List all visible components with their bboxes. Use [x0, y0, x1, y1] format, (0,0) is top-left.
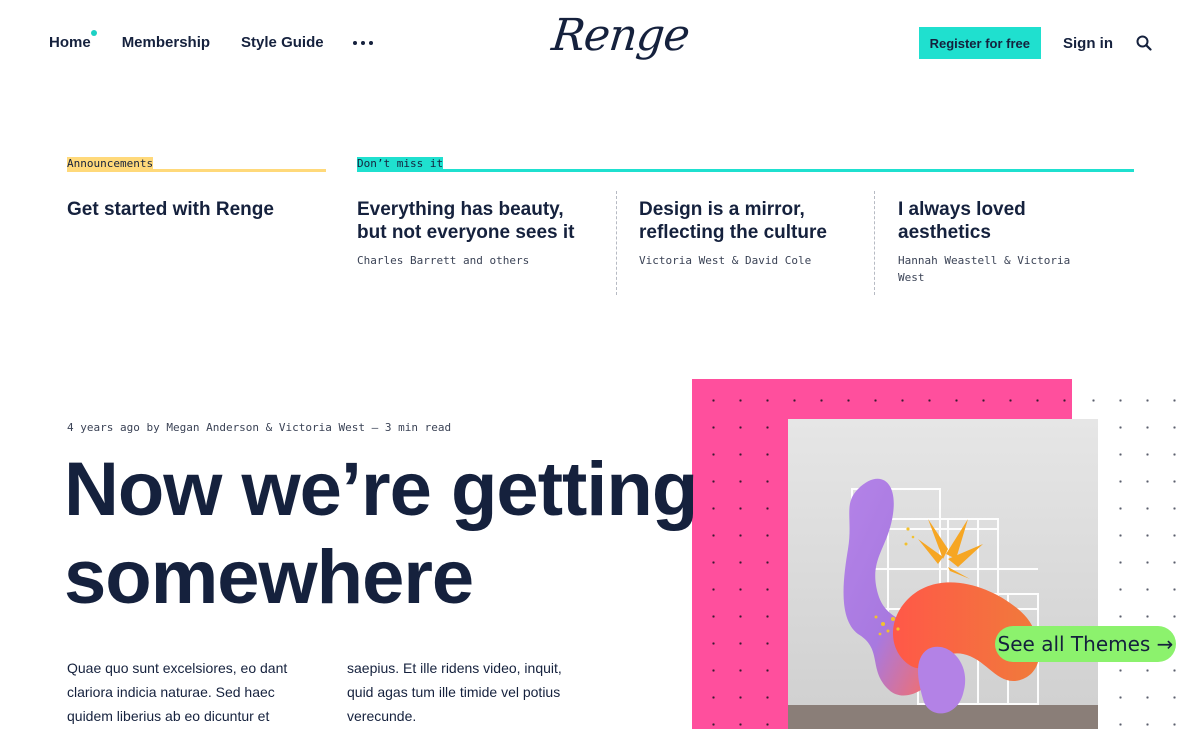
hero-image[interactable] [788, 419, 1098, 729]
primary-nav: Home Membership Style Guide [49, 30, 373, 51]
sculpture-illustration [788, 419, 1098, 729]
dont-miss-rule [357, 169, 1134, 172]
site-logo[interactable]: Renge [549, 10, 691, 61]
card-title-aesthetics[interactable]: I always loved aesthetics [898, 198, 1118, 244]
more-icon[interactable] [352, 41, 373, 45]
nav-link-home-label: Home [49, 34, 91, 51]
hero-excerpt-col2: saepius. Et ille ridens video, inquit, q… [347, 660, 562, 724]
sign-in-link[interactable]: Sign in [1063, 35, 1113, 52]
card-author-beauty[interactable]: Charles Barrett and others [357, 252, 597, 269]
see-all-themes-button[interactable]: See all Themes → [995, 626, 1176, 662]
card-title-mirror[interactable]: Design is a mirror, reflecting the cultu… [639, 198, 859, 244]
register-button[interactable]: Register for free [918, 27, 1041, 59]
top-nav: Home Membership Style Guide Renge Regist… [0, 0, 1200, 90]
search-icon[interactable] [1136, 35, 1152, 51]
hero-title[interactable]: Now we’re getting somewhere [64, 446, 764, 622]
nav-link-style-guide[interactable]: Style Guide [241, 34, 324, 51]
nav-link-home[interactable]: Home [49, 30, 97, 51]
post-meta: 4 years ago by Megan Anderson & Victoria… [67, 421, 452, 434]
announcements-rule [67, 169, 326, 172]
active-indicator-dot [90, 30, 97, 36]
card-title-beauty[interactable]: Everything has beauty, but not everyone … [357, 198, 597, 244]
nav-link-membership[interactable]: Membership [122, 34, 210, 51]
card-divider [616, 191, 617, 295]
card-divider [874, 191, 875, 295]
card-author-aesthetics[interactable]: Hannah Weastell & Victoria West [898, 252, 1088, 286]
card-title-get-started[interactable]: Get started with Renge [67, 198, 327, 221]
nav-actions: Register for free Sign in [918, 27, 1152, 59]
card-author-mirror[interactable]: Victoria West & David Cole [639, 252, 859, 269]
hero-excerpt-col1: Quae quo sunt excelsiores, eo dant clari… [67, 660, 288, 724]
